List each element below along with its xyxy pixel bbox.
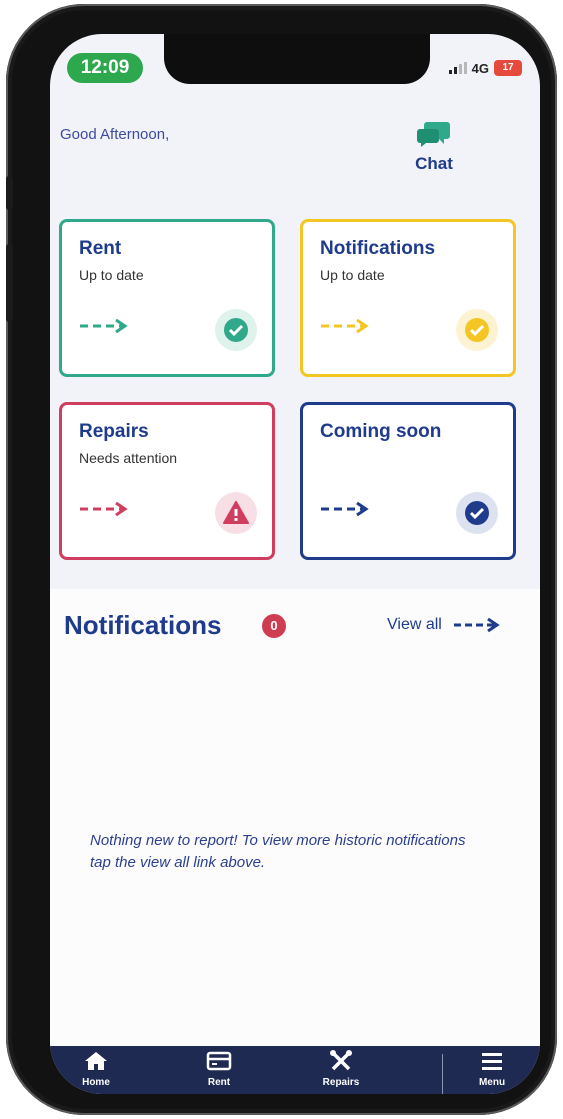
tab-label: Home bbox=[82, 1077, 110, 1088]
view-all-link[interactable]: View all bbox=[387, 616, 502, 634]
greeting-text: Good Afternoon, bbox=[60, 126, 170, 143]
status-time: 12:09 bbox=[67, 53, 143, 83]
card-subtitle: Needs attention bbox=[79, 450, 178, 466]
arrow-right-icon bbox=[80, 501, 128, 517]
home-icon bbox=[85, 1052, 107, 1070]
status-indicator bbox=[456, 309, 498, 351]
battery-icon: 17 bbox=[494, 60, 522, 76]
check-circle-icon bbox=[465, 501, 489, 525]
tab-home[interactable]: Home bbox=[56, 1050, 136, 1088]
app-screen: 12:09 4G 17 Good Afternoon, Chat Rent Up… bbox=[50, 34, 540, 1094]
notifications-panel bbox=[50, 589, 540, 1046]
check-circle-icon bbox=[224, 318, 248, 342]
card-title: Coming soon bbox=[320, 421, 442, 442]
empty-notifications-message: Nothing new to report! To view more hist… bbox=[90, 832, 466, 871]
tab-divider bbox=[442, 1054, 443, 1094]
card-subtitle: Up to date bbox=[320, 267, 385, 283]
tab-label: Repairs bbox=[322, 1077, 360, 1088]
status-indicators: 4G 17 bbox=[448, 60, 522, 76]
notch bbox=[164, 34, 430, 84]
card-title: Repairs bbox=[79, 421, 149, 442]
tab-menu[interactable]: Menu bbox=[452, 1050, 532, 1088]
arrow-right-icon bbox=[321, 318, 369, 334]
chat-label: Chat bbox=[415, 154, 453, 173]
volume-up-button bbox=[6, 244, 13, 322]
rent-card[interactable]: Rent Up to date bbox=[59, 219, 275, 377]
battery-level: 17 bbox=[502, 62, 514, 73]
arrow-right-icon bbox=[80, 318, 128, 334]
chat-button[interactable]: Chat bbox=[406, 120, 462, 174]
arrow-right-icon bbox=[321, 501, 369, 517]
network-label: 4G bbox=[471, 60, 489, 76]
notifications-card[interactable]: Notifications Up to date bbox=[300, 219, 516, 377]
coming-soon-card[interactable]: Coming soon bbox=[300, 402, 516, 560]
status-indicator bbox=[456, 492, 498, 534]
tab-label: Menu bbox=[478, 1077, 506, 1088]
tab-label: Rent bbox=[207, 1077, 231, 1088]
card-icon bbox=[206, 1051, 232, 1071]
silent-switch bbox=[6, 176, 13, 210]
card-title: Rent bbox=[79, 238, 122, 259]
tab-rent[interactable]: Rent bbox=[179, 1050, 259, 1088]
tab-repairs[interactable]: Repairs bbox=[301, 1050, 381, 1088]
status-indicator bbox=[215, 492, 257, 534]
notifications-heading: Notifications bbox=[64, 610, 222, 640]
menu-icon bbox=[482, 1053, 502, 1070]
check-circle-icon bbox=[465, 318, 489, 342]
chat-icon bbox=[417, 122, 450, 147]
tools-icon bbox=[330, 1050, 352, 1071]
warning-icon bbox=[223, 501, 249, 524]
repairs-card[interactable]: Repairs Needs attention bbox=[59, 402, 275, 560]
signal-icon bbox=[448, 62, 467, 74]
view-all-label: View all bbox=[387, 616, 442, 633]
card-subtitle: Up to date bbox=[79, 267, 144, 283]
notifications-count-badge: 0 bbox=[262, 614, 286, 638]
status-indicator bbox=[215, 309, 257, 351]
bottom-tab-bar: Home Rent Repairs Menu bbox=[50, 1046, 540, 1094]
arrow-right-icon bbox=[453, 617, 500, 633]
card-title: Notifications bbox=[320, 238, 436, 259]
